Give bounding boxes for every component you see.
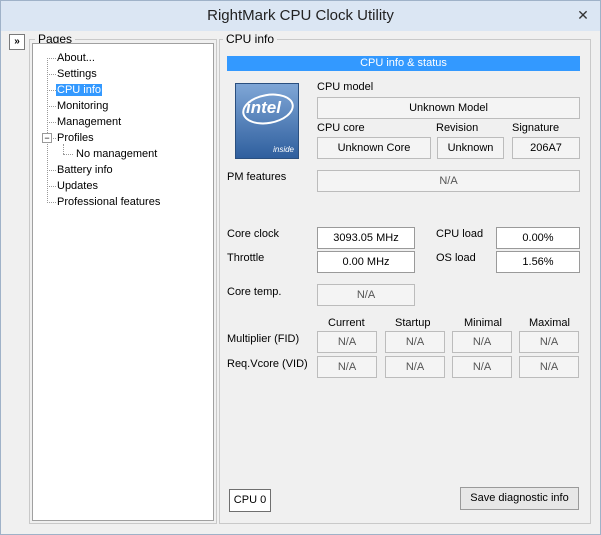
core-temp-label: Core temp. — [227, 286, 282, 298]
column-startup: Startup — [395, 317, 431, 329]
collapse-panel-button[interactable]: » — [9, 34, 25, 50]
panel-header: CPU info & status — [227, 56, 580, 71]
core-clock-label: Core clock — [227, 228, 279, 240]
logo-word: intel — [246, 98, 281, 117]
core-clock-field: 3093.05 MHz — [317, 227, 415, 249]
throttle-label: Throttle — [227, 252, 265, 264]
save-diagnostic-button[interactable]: Save diagnostic info — [460, 487, 579, 510]
close-icon[interactable]: ✕ — [576, 8, 590, 22]
sidebar-item-professional-features[interactable]: Professional features — [57, 196, 160, 208]
tree-line — [47, 170, 56, 171]
window-title: RightMark CPU Clock Utility — [207, 7, 394, 24]
tree-line — [63, 154, 73, 155]
tree-line — [47, 74, 56, 75]
throttle-field: 0.00 MHz — [317, 251, 415, 273]
app-window: RightMark CPU Clock Utility ✕ » Pages − … — [0, 0, 601, 535]
multiplier-maximal: N/A — [519, 331, 579, 353]
vcore-label: Req.Vcore (VID) — [227, 358, 308, 370]
pm-features-field: N/A — [317, 170, 580, 192]
multiplier-label: Multiplier (FID) — [227, 333, 300, 345]
multiplier-minimal: N/A — [452, 331, 512, 353]
column-maximal: Maximal — [529, 317, 570, 329]
vcore-minimal: N/A — [452, 356, 512, 378]
tree-line — [47, 202, 56, 203]
tree-line — [47, 58, 48, 203]
signature-field: 206A7 — [512, 137, 580, 159]
column-minimal: Minimal — [464, 317, 502, 329]
sidebar-item-profiles[interactable]: Profiles — [57, 132, 94, 144]
revision-label: Revision — [436, 122, 479, 134]
vcore-current: N/A — [317, 356, 377, 378]
sidebar-item-no-management[interactable]: No management — [76, 148, 157, 160]
cpu-core-field: Unknown Core — [317, 137, 431, 159]
title-bar: RightMark CPU Clock Utility ✕ — [1, 1, 600, 31]
tree-line — [63, 144, 64, 154]
column-current: Current — [328, 317, 365, 329]
cpu-load-label: CPU load — [436, 228, 484, 240]
tree-line — [47, 122, 56, 123]
tree-line — [47, 186, 56, 187]
cpu-selector[interactable]: CPU 0 — [229, 489, 271, 512]
pages-tree: − About... Settings CPU info Monitoring … — [32, 43, 214, 521]
os-load-label: OS load — [436, 252, 476, 264]
intel-logo: intel inside — [235, 83, 299, 159]
sidebar-item-settings[interactable]: Settings — [57, 68, 97, 80]
cpu-model-field: Unknown Model — [317, 97, 580, 119]
os-load-field: 1.56% — [496, 251, 580, 273]
sidebar-item-about[interactable]: About... — [57, 52, 95, 64]
sidebar-item-battery-info[interactable]: Battery info — [57, 164, 113, 176]
collapse-toggle-icon[interactable]: − — [42, 133, 52, 143]
sidebar-item-management[interactable]: Management — [57, 116, 121, 128]
tree-line — [47, 106, 56, 107]
vcore-maximal: N/A — [519, 356, 579, 378]
sidebar-item-updates[interactable]: Updates — [57, 180, 98, 192]
cpu-core-label: CPU core — [317, 122, 365, 134]
signature-label: Signature — [512, 122, 560, 134]
tree-line — [47, 58, 56, 59]
multiplier-current: N/A — [317, 331, 377, 353]
multiplier-startup: N/A — [385, 331, 445, 353]
vcore-startup: N/A — [385, 356, 445, 378]
cpu-info-group-label: CPU info — [223, 32, 278, 46]
tree-line — [47, 90, 56, 91]
core-temp-field: N/A — [317, 284, 415, 306]
revision-field: Unknown — [437, 137, 504, 159]
sidebar-item-cpu-info[interactable]: CPU info — [56, 84, 103, 96]
cpu-load-field: 0.00% — [496, 227, 580, 249]
logo-inside: inside — [273, 145, 294, 154]
sidebar-item-monitoring[interactable]: Monitoring — [57, 100, 108, 112]
pm-features-label: PM features — [227, 171, 287, 183]
cpu-model-label: CPU model — [317, 81, 374, 93]
